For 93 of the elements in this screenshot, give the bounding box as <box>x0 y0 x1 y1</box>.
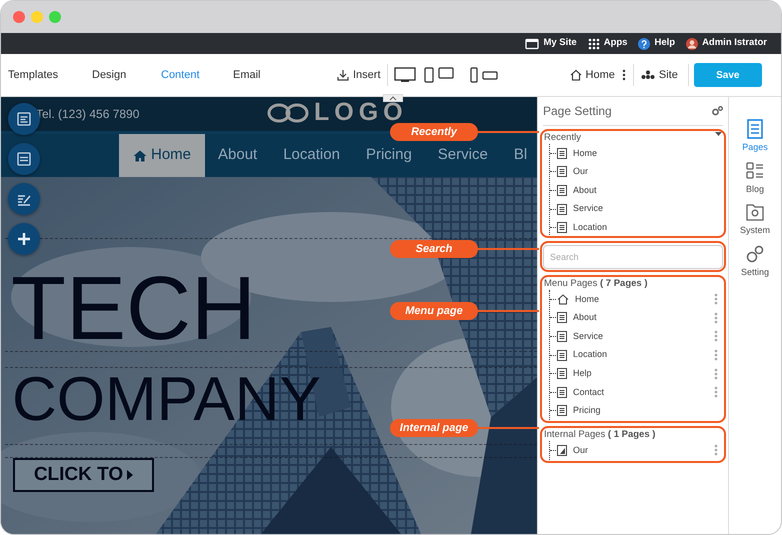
page-item[interactable]: About <box>573 311 714 325</box>
user-avatar-icon <box>686 38 698 50</box>
folder-gear-icon <box>745 202 765 222</box>
close-dot[interactable] <box>13 11 25 23</box>
maximize-dot[interactable] <box>49 11 61 23</box>
page-icon <box>557 444 567 456</box>
site-nav-link[interactable]: Service <box>424 146 501 165</box>
page-item[interactable]: Home <box>575 292 714 306</box>
page-item[interactable]: Location <box>573 348 714 362</box>
page-item[interactable]: Our <box>573 165 722 179</box>
layout-icon <box>16 151 32 167</box>
form-icon <box>16 111 32 127</box>
page-item[interactable]: About <box>573 184 722 198</box>
section-title: Menu Pages ( 7 Pages ) <box>544 278 649 290</box>
collapse-tab[interactable] <box>383 94 403 102</box>
document-icon <box>557 166 567 178</box>
site-nav-link[interactable]: Home <box>119 134 206 177</box>
sidebar-tab[interactable]: System <box>730 202 780 238</box>
settings-icon[interactable] <box>712 106 723 116</box>
leader-line <box>478 131 539 133</box>
tablet-portrait-icon[interactable] <box>424 67 434 83</box>
editor-tab[interactable]: Email <box>233 66 283 84</box>
sidebar-tab[interactable]: Pages <box>730 119 780 154</box>
topbar-link[interactable]: Admin Istrator <box>686 36 767 51</box>
editor-tab[interactable]: Design <box>92 66 161 84</box>
help-icon <box>638 38 650 50</box>
tablet-landscape-icon[interactable] <box>438 67 454 79</box>
dropdown-caret-icon[interactable] <box>715 132 722 137</box>
topbar-link[interactable]: Help <box>638 36 676 51</box>
document-icon <box>557 204 567 215</box>
document-icon <box>557 148 567 159</box>
hero-heading: TECH <box>11 264 256 354</box>
apps-grid-icon <box>588 38 600 50</box>
callout-label: Menu page <box>390 302 478 320</box>
phone-landscape-icon[interactable] <box>482 70 498 80</box>
document-icon <box>557 350 567 361</box>
cta-button[interactable]: CLICK TO <box>13 458 154 492</box>
site-nav-link[interactable]: Bl <box>500 146 537 165</box>
home-link[interactable]: Home <box>570 66 615 84</box>
page-item[interactable]: Contact <box>573 386 714 400</box>
home-icon <box>133 150 147 162</box>
site-link[interactable]: Site <box>640 66 678 84</box>
phone-number: Tel. (123) 456 7890 <box>36 106 140 123</box>
page-item[interactable]: Pricing <box>573 404 722 418</box>
sidebar-tab[interactable]: Setting <box>730 244 780 279</box>
site-nav-link[interactable]: Location <box>270 146 353 165</box>
callout-label: Search <box>390 240 478 258</box>
page-item[interactable]: Help <box>573 366 714 380</box>
section-title: Recently <box>544 132 581 144</box>
editor-tab[interactable]: Content <box>161 66 233 84</box>
search-field[interactable]: Search <box>543 245 723 269</box>
gears-icon <box>745 244 765 264</box>
page-item[interactable]: Service <box>573 330 714 344</box>
more-icon[interactable] <box>622 69 626 81</box>
phone-portrait-icon[interactable] <box>470 67 478 83</box>
document-icon <box>557 386 567 398</box>
editor-tab[interactable]: Templates <box>8 66 92 84</box>
topbar-link[interactable]: Apps <box>588 36 628 51</box>
desktop-icon[interactable] <box>394 67 416 83</box>
hero-subheading: COMPANY <box>12 369 321 431</box>
site-nav-link[interactable]: Pricing <box>352 146 425 165</box>
play-arrow-icon <box>127 470 134 480</box>
add-icon <box>16 231 32 247</box>
page-item[interactable]: Home <box>573 146 722 160</box>
sidebar-tab[interactable]: Blog <box>730 160 780 196</box>
page-item[interactable]: Our <box>573 444 714 458</box>
infinity-logo-icon <box>266 102 310 124</box>
dots-icon <box>640 70 655 80</box>
callout-label: Internal page <box>390 419 478 437</box>
page-item[interactable]: Service <box>573 202 722 216</box>
browser-icon <box>525 38 540 50</box>
section-title: Internal Pages ( 1 Pages ) <box>544 429 656 442</box>
download-icon <box>337 69 349 81</box>
document-icon <box>557 184 567 196</box>
caret-icon <box>389 96 397 100</box>
document-icon <box>557 312 567 324</box>
leader-line <box>478 427 539 429</box>
panel-title: Page Setting <box>543 103 612 120</box>
document-icon <box>557 405 567 416</box>
document-icon <box>745 119 765 139</box>
home-icon <box>557 294 569 305</box>
list-icon <box>745 160 765 180</box>
topbar-link[interactable]: My Site <box>525 36 577 51</box>
minimize-dot[interactable] <box>31 11 43 23</box>
callout-label: Recently <box>390 123 478 141</box>
document-icon <box>557 368 567 380</box>
site-nav-link[interactable]: About <box>205 146 270 165</box>
insert-button[interactable]: Insert <box>337 66 381 84</box>
document-icon <box>557 222 567 234</box>
home-icon <box>570 69 582 81</box>
document-icon <box>557 330 567 342</box>
page-item[interactable]: Location <box>573 220 722 234</box>
logo-text: LOGO <box>314 100 408 125</box>
